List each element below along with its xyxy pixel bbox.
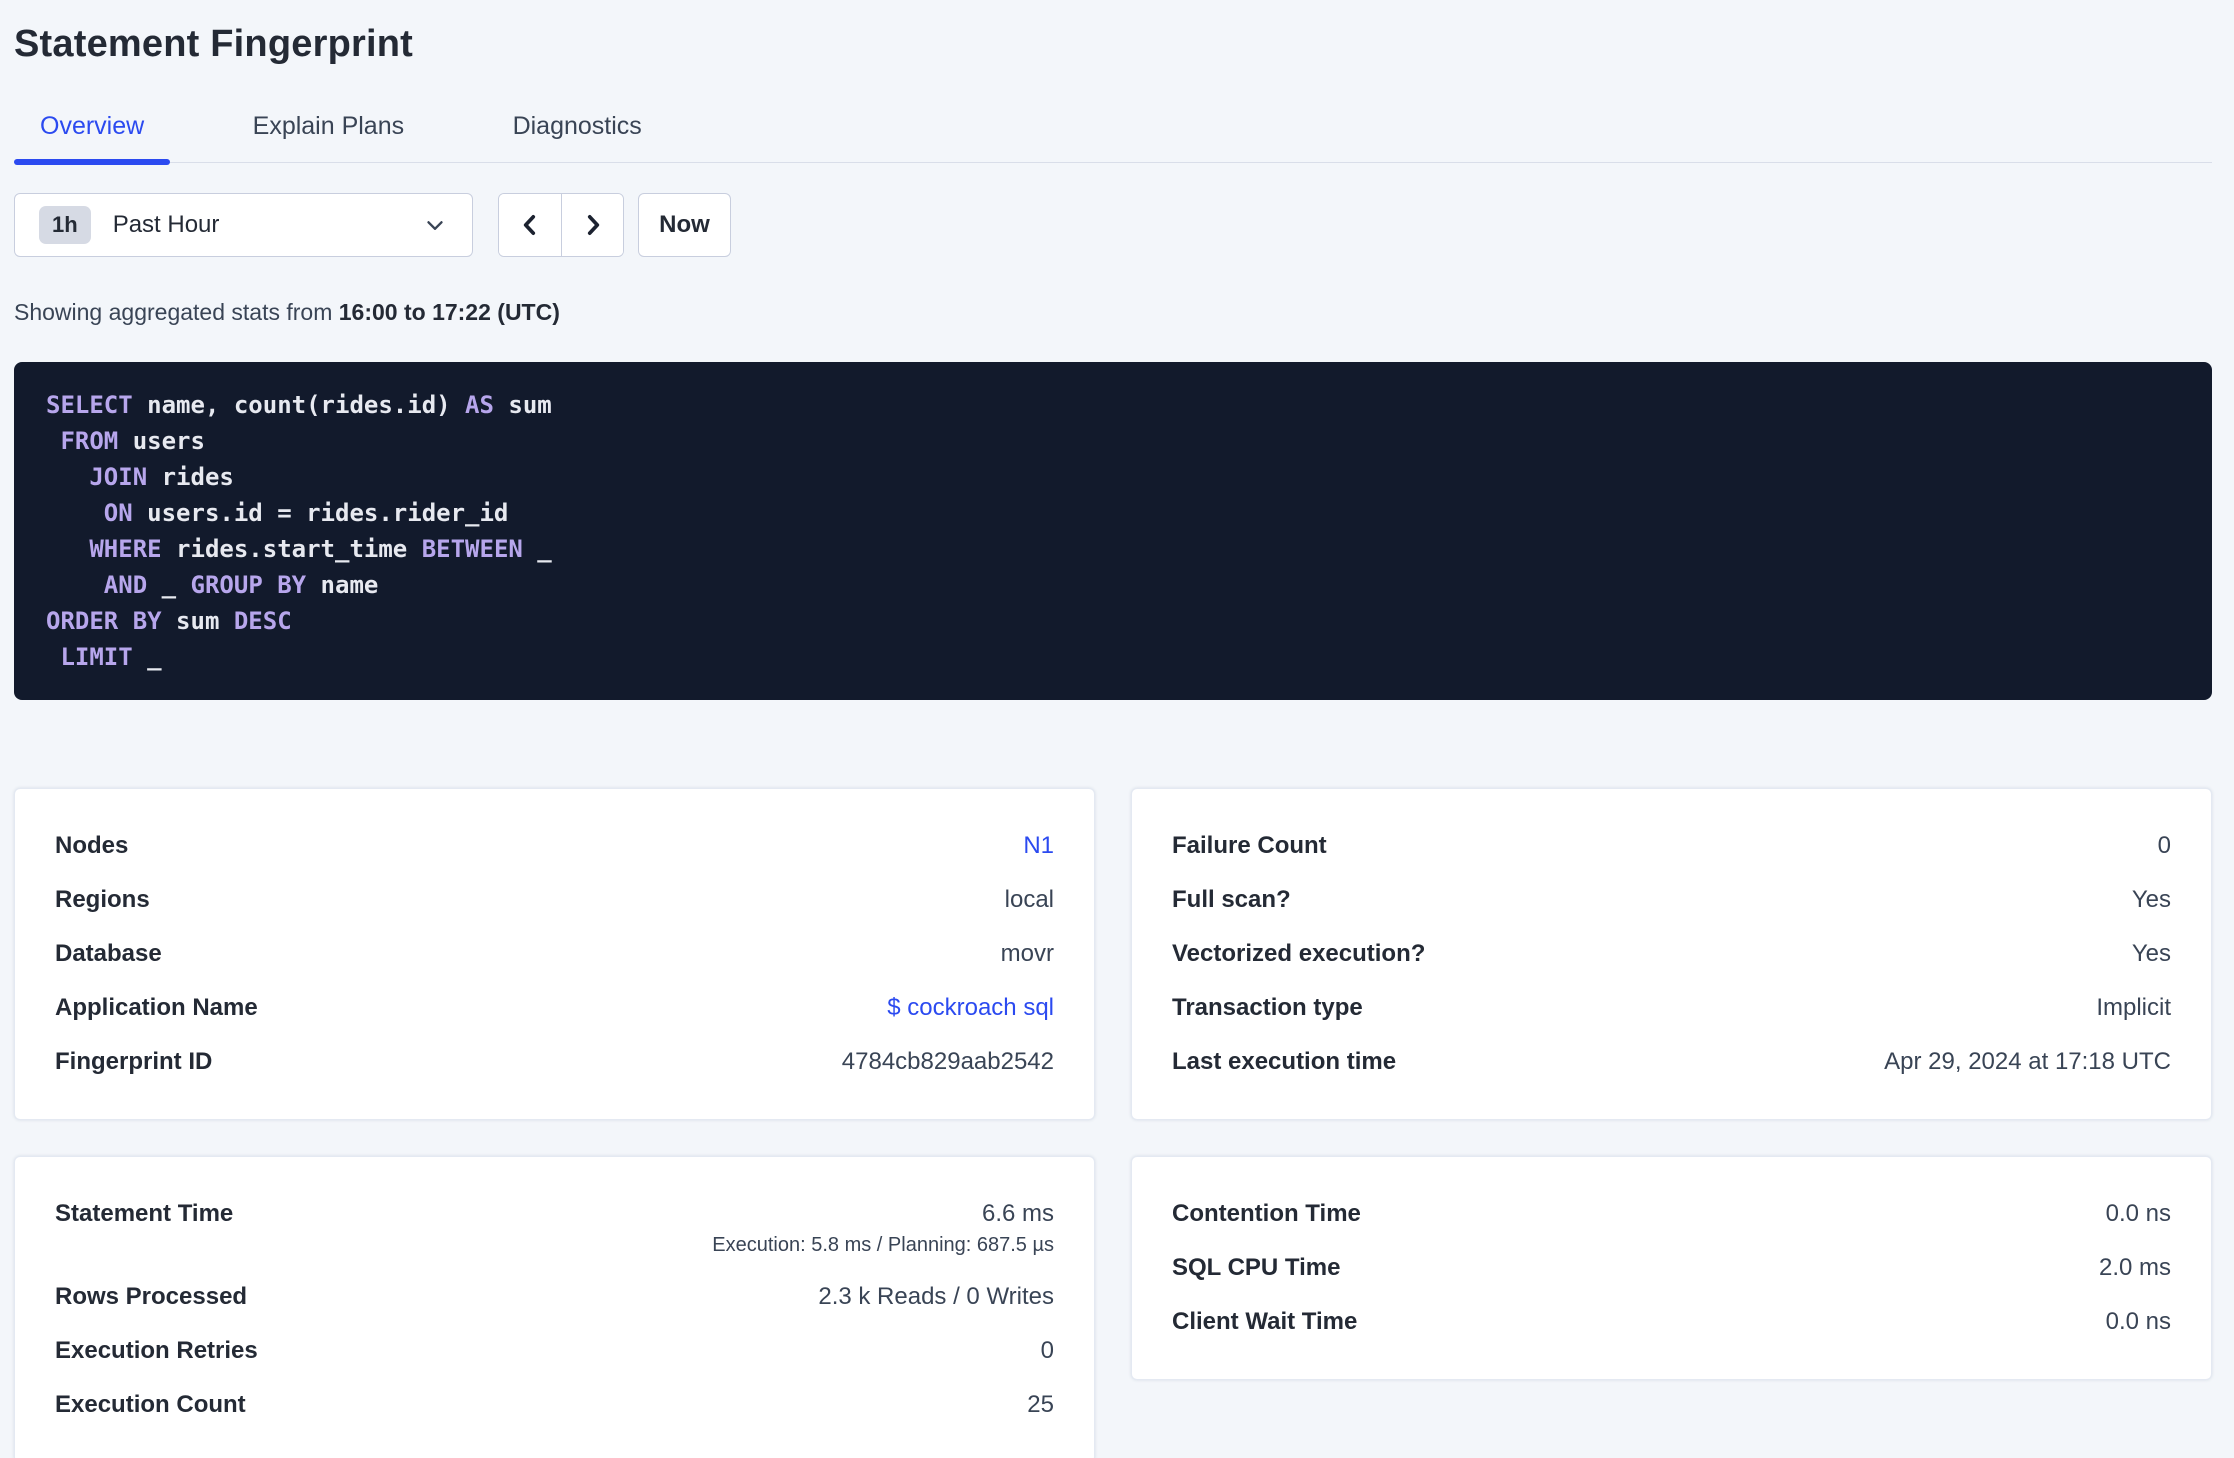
stat-label: Regions (55, 886, 150, 913)
stat-value: 0.0 ns (2105, 1200, 2171, 1227)
chevron-left-icon (517, 212, 543, 238)
aggregated-stats-range: 16:00 to 17:22 (UTC) (338, 299, 560, 325)
statement-fingerprint-page: Statement Fingerprint Overview Explain P… (0, 0, 2234, 1458)
stat-subvalue: Execution: 5.8 ms / Planning: 687.5 µs (712, 1234, 1054, 1256)
stat-label: Statement Time (55, 1200, 234, 1227)
stat-label: Execution Retries (55, 1337, 258, 1364)
stat-label: Nodes (55, 832, 129, 859)
stat-row: Last execution time Apr 29, 2024 at 17:1… (1172, 1035, 2171, 1089)
sql-statement: SELECT name, count(rides.id) AS sum FROM… (46, 391, 552, 671)
stat-value: Apr 29, 2024 at 17:18 UTC (1884, 1048, 2171, 1075)
tab-bar: Overview Explain Plans Diagnostics (14, 112, 2212, 165)
stat-value: Yes (2131, 940, 2171, 967)
stat-value: Yes (2131, 886, 2171, 913)
stat-label: Failure Count (1172, 832, 1327, 859)
chevron-down-icon (422, 212, 448, 238)
stat-value-wrap: 2.3 k Reads / 0 Writes (818, 1283, 1054, 1311)
prev-time-button[interactable] (499, 194, 561, 256)
stat-value: 2.0 ms (2098, 1254, 2171, 1281)
stat-row: Vectorized execution? Yes (1172, 927, 2171, 981)
stat-row: Fingerprint ID 4784cb829aab2542 (55, 1035, 1054, 1089)
stat-label: Fingerprint ID (55, 1048, 213, 1075)
stat-value: 6.6 ms (981, 1200, 1054, 1227)
stat-value-wrap: 25 (1027, 1391, 1054, 1419)
details-cards-row: Nodes N1 Regions local Database movr App… (14, 788, 2212, 1120)
stat-value: Implicit (2096, 994, 2171, 1021)
stat-label: Database (55, 940, 162, 967)
stat-value-wrap: Yes (2132, 886, 2171, 914)
stat-label: Full scan? (1172, 886, 1291, 913)
time-range-badge: 1h (39, 206, 91, 244)
time-range-select[interactable]: 1h Past Hour (14, 193, 473, 257)
stat-label: Rows Processed (55, 1283, 248, 1310)
stat-label: SQL CPU Time (1172, 1254, 1341, 1281)
chevron-right-icon (580, 212, 606, 238)
stat-row: Rows Processed 2.3 k Reads / 0 Writes (55, 1270, 1054, 1324)
stat-value-wrap: 4784cb829aab2542 (842, 1048, 1054, 1076)
stat-value-link[interactable]: $ cockroach sql (887, 994, 1054, 1021)
stat-label: Last execution time (1172, 1048, 1397, 1075)
stat-value: 2.3 k Reads / 0 Writes (818, 1283, 1054, 1310)
stat-value-wrap: Yes (2132, 940, 2171, 968)
stat-row: Execution Retries 0 (55, 1324, 1054, 1378)
stat-value: 0 (2157, 832, 2171, 859)
performance-cards-row: Statement Time 6.6 ms Execution: 5.8 ms … (14, 1156, 2212, 1458)
aggregated-stats-prefix: Showing aggregated stats from (14, 299, 339, 325)
stat-label: Contention Time (1172, 1200, 1361, 1227)
page-title: Statement Fingerprint (14, 23, 414, 65)
stat-row: SQL CPU Time 2.0 ms (1172, 1241, 2171, 1295)
stat-label: Vectorized execution? (1172, 940, 1426, 967)
stat-value-wrap: Implicit (2096, 994, 2171, 1022)
stat-row: Database movr (55, 927, 1054, 981)
stat-value-wrap: 0 (1041, 1337, 1054, 1365)
stat-value: 0 (1040, 1337, 1054, 1364)
stat-value-wrap: Apr 29, 2024 at 17:18 UTC (1884, 1048, 2171, 1076)
time-range-label: Past Hour (112, 211, 220, 238)
stat-label: Transaction type (1172, 994, 1363, 1021)
stat-label: Execution Count (55, 1391, 246, 1418)
stat-row: Full scan? Yes (1172, 873, 2171, 927)
stat-row: Application Name $ cockroach sql (55, 981, 1054, 1035)
stat-row: Client Wait Time 0.0 ns (1172, 1295, 2171, 1349)
stat-value-wrap: 2.0 ms (2099, 1254, 2171, 1282)
stat-row: Regions local (55, 873, 1054, 927)
stat-label: Client Wait Time (1172, 1308, 1358, 1335)
stat-value-link[interactable]: N1 (1023, 832, 1054, 859)
stat-value-wrap: 0.0 ns (2106, 1308, 2171, 1336)
stat-row: Contention Time 0.0 ns (1172, 1187, 2171, 1241)
stat-row: Nodes N1 (55, 819, 1054, 873)
stat-value-wrap: movr (1001, 940, 1054, 968)
time-controls: 1h Past Hour Now (14, 193, 2212, 257)
tab-explain-plans[interactable]: Explain Plans (227, 112, 430, 162)
stat-row: Transaction type Implicit (1172, 981, 2171, 1035)
stat-value: 0.0 ns (2105, 1308, 2171, 1335)
time-nav-group (498, 193, 624, 257)
stat-value-wrap: 6.6 ms Execution: 5.8 ms / Planning: 687… (712, 1200, 1054, 1257)
stat-row: Execution Count 25 (55, 1378, 1054, 1432)
next-time-button[interactable] (561, 194, 623, 256)
wait-time-card: Contention Time 0.0 ns SQL CPU Time 2.0 … (1131, 1156, 2212, 1380)
stat-value: movr (1000, 940, 1054, 967)
stat-value-wrap: local (1005, 886, 1054, 914)
aggregated-stats-note: Showing aggregated stats from 16:00 to 1… (14, 299, 2212, 326)
stat-value-wrap: 0.0 ns (2106, 1200, 2171, 1228)
sql-statement-box: SELECT name, count(rides.id) AS sum FROM… (14, 362, 2212, 700)
stat-label: Application Name (55, 994, 258, 1021)
stat-value-wrap: $ cockroach sql (887, 994, 1054, 1022)
stat-row: Failure Count 0 (1172, 819, 2171, 873)
stat-row: Statement Time 6.6 ms Execution: 5.8 ms … (55, 1187, 1054, 1270)
stat-value: local (1004, 886, 1054, 913)
stat-value: 25 (1027, 1391, 1054, 1418)
tab-diagnostics[interactable]: Diagnostics (487, 112, 668, 162)
statement-details-card: Nodes N1 Regions local Database movr App… (14, 788, 1095, 1120)
stat-value-wrap: N1 (1023, 832, 1054, 860)
tab-overview[interactable]: Overview (14, 112, 171, 165)
now-button[interactable]: Now (638, 193, 731, 257)
stat-value: 4784cb829aab2542 (841, 1048, 1054, 1075)
execution-attributes-card: Failure Count 0 Full scan? Yes Vectorize… (1131, 788, 2212, 1120)
stat-value-wrap: 0 (2158, 832, 2171, 860)
statement-time-card: Statement Time 6.6 ms Execution: 5.8 ms … (14, 1156, 1095, 1458)
